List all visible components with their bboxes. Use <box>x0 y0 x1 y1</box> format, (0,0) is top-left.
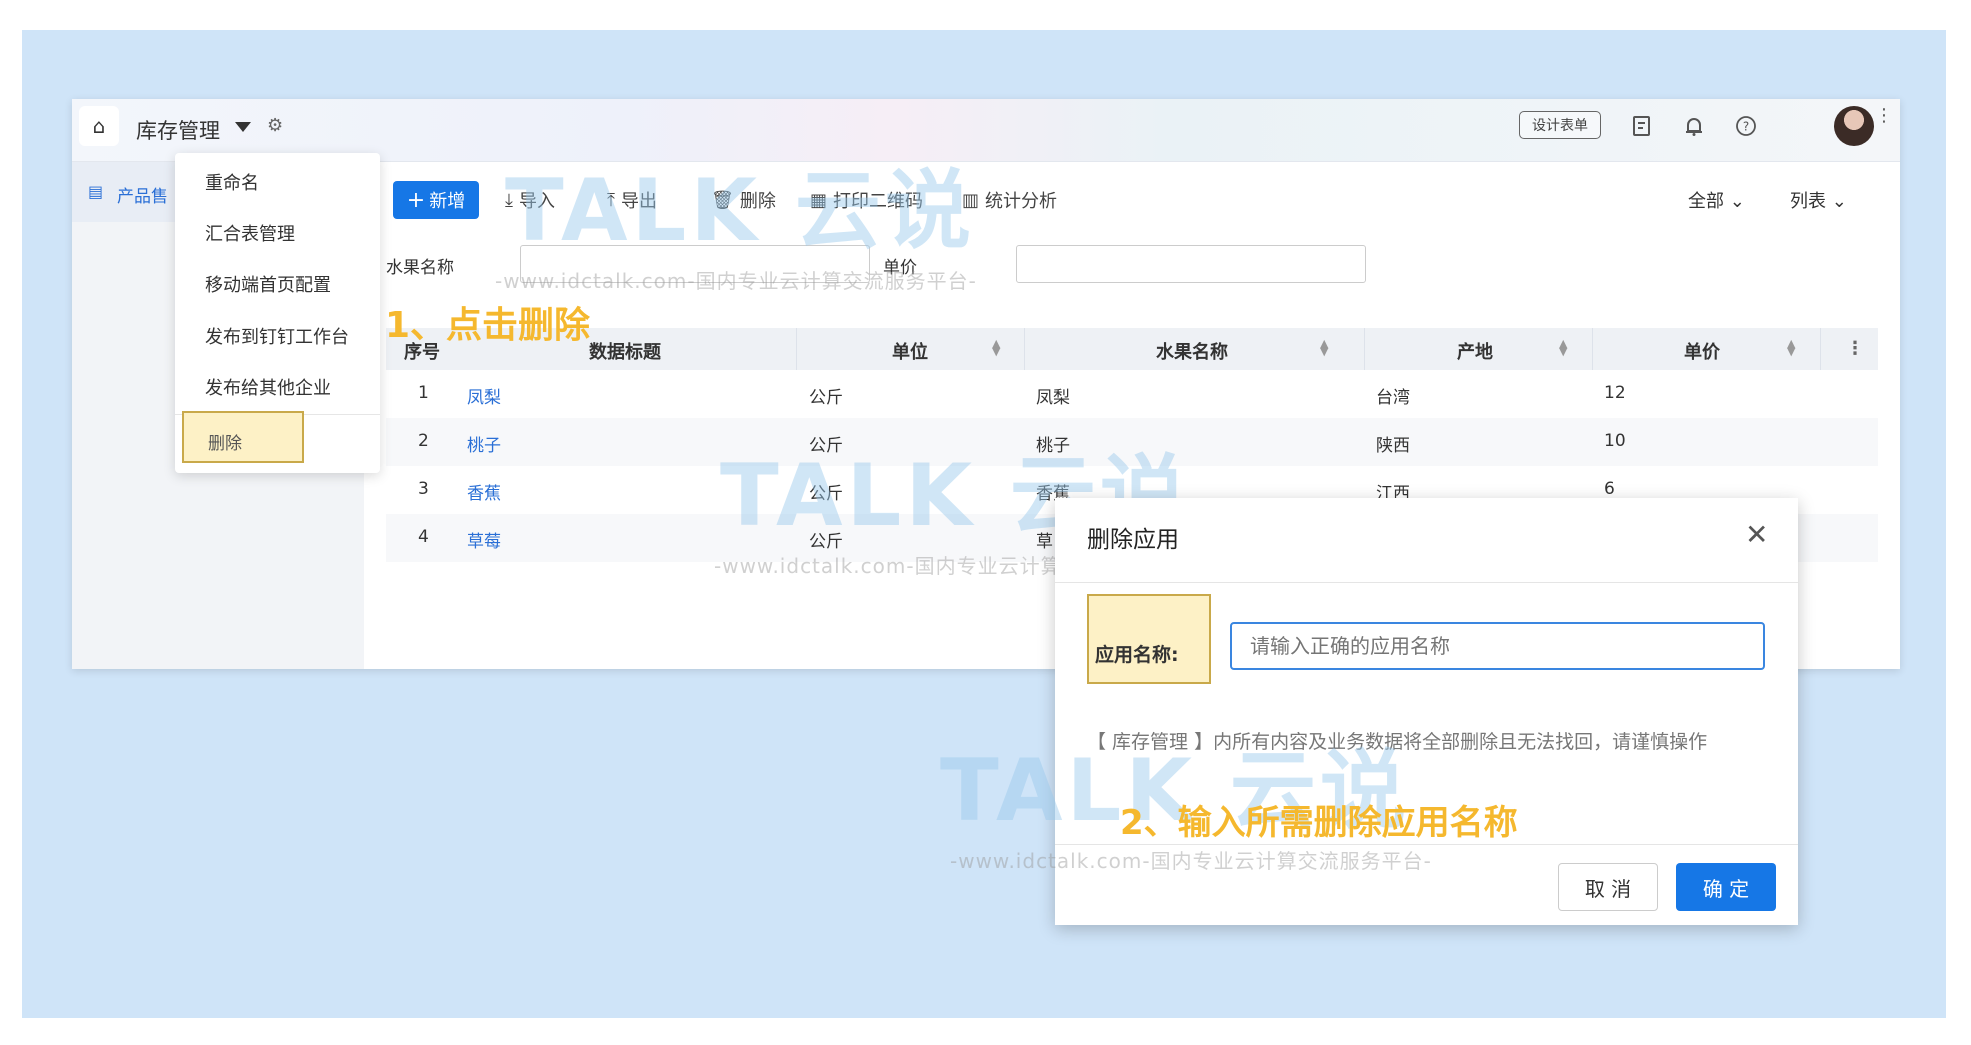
cell-title-link[interactable]: 凤梨 <box>467 383 501 408</box>
column-header-price[interactable]: 单价 <box>1684 338 1720 364</box>
chevron-down-icon: ⌄ <box>1831 191 1847 212</box>
qr-icon: ▦ <box>810 189 828 211</box>
menu-item-delete-label: 删除 <box>208 434 242 454</box>
column-divider <box>796 328 797 370</box>
gear-icon[interactable]: ⚙ <box>267 115 283 136</box>
import-button[interactable]: ⤓ 导入 <box>505 187 555 213</box>
cell-price: 12 <box>1604 383 1626 403</box>
column-divider <box>1364 328 1365 370</box>
scope-select[interactable]: 全部 ⌄ <box>1688 187 1745 213</box>
screenshot-stage: ⌂ 库存管理 ⚙ 设计表单 ? ⋮ ▤ 产品售 + 新增 ⤓ 导入 ⤒ 导出 🗑… <box>0 0 1971 1045</box>
cell-fruit: 草 <box>1036 532 1053 552</box>
cell-unit: 公斤 <box>809 388 843 408</box>
cell-origin: 陕西 <box>1376 436 1410 456</box>
column-header-title: 数据标题 <box>589 342 661 363</box>
help-icon[interactable]: ? <box>1732 112 1760 140</box>
close-icon[interactable]: ✕ <box>1745 518 1768 551</box>
cell-index: 4 <box>418 527 429 547</box>
cell-index: 1 <box>418 383 429 403</box>
chevron-down-icon[interactable] <box>235 122 251 132</box>
avatar[interactable] <box>1834 106 1874 146</box>
cell-unit: 公斤 <box>809 436 843 456</box>
cell-price: 6 <box>1604 479 1615 499</box>
sort-icon[interactable]: ▲ ▼ <box>1559 338 1567 357</box>
column-header-fruit[interactable]: 水果名称 <box>1156 338 1228 364</box>
menu-item-publish-dingtalk[interactable]: 发布到钉钉工作台 <box>205 323 349 349</box>
print-qr-button[interactable]: ▦ 打印二维码 <box>810 187 923 213</box>
cell-unit: 公斤 <box>809 532 843 552</box>
form-list-icon[interactable] <box>1628 112 1656 140</box>
svg-text:?: ? <box>1743 120 1749 134</box>
bar-chart-icon: ▥ <box>962 189 980 211</box>
column-divider <box>1024 328 1025 370</box>
app-dropdown-menu: 重命名 汇合表管理 移动端首页配置 发布到钉钉工作台 发布给其他企业 删除 <box>175 153 380 473</box>
confirm-button[interactable]: 确 定 <box>1676 863 1776 911</box>
upload-icon: ⤒ <box>607 189 615 211</box>
stats-button[interactable]: ▥ 统计分析 <box>962 187 1057 213</box>
home-icon: ⌂ <box>92 114 106 138</box>
filter-label-price: 单价 <box>883 258 917 278</box>
cell-title-link[interactable]: 草莓 <box>467 527 501 552</box>
app-name-label-box: 应用名称: <box>1087 594 1211 684</box>
form-icon: ▤ <box>88 182 104 201</box>
view-select[interactable]: 列表 ⌄ <box>1790 187 1847 213</box>
column-settings-icon[interactable]: ⋮ <box>1846 338 1864 359</box>
menu-item-mobile-home[interactable]: 移动端首页配置 <box>205 271 331 297</box>
cell-title-link[interactable]: 桃子 <box>467 431 501 456</box>
chevron-down-icon: ⌄ <box>1729 191 1745 212</box>
filter-label-fruit: 水果名称 <box>386 258 454 278</box>
cell-index: 2 <box>418 431 429 451</box>
cell-unit: 公斤 <box>809 484 843 504</box>
menu-item-publish-other[interactable]: 发布给其他企业 <box>205 374 331 400</box>
add-button[interactable]: + 新增 <box>393 181 479 219</box>
menu-item-delete[interactable]: 删除 <box>182 411 304 463</box>
column-divider <box>1820 328 1821 370</box>
delete-warning: 【 库存管理 】内所有内容及业务数据将全部删除且无法找回，请谨慎操作 <box>1087 731 1708 753</box>
cancel-button[interactable]: 取 消 <box>1558 863 1658 911</box>
table-header: 序号 数据标题 单位 ▲ ▼ 水果名称 ▲ ▼ 产地 ▲ ▼ 单价 ▲ ▼ ⋮ <box>386 328 1878 370</box>
sort-icon[interactable]: ▲ ▼ <box>992 338 1000 357</box>
column-divider <box>1592 328 1593 370</box>
plus-icon: + <box>406 187 426 213</box>
fruit-name-filter-input[interactable] <box>520 245 870 283</box>
delete-toolbar-button[interactable]: 🗑 删除 <box>711 187 776 213</box>
home-button[interactable]: ⌂ <box>79 106 119 146</box>
step1-annotation: 1、点击删除 <box>385 305 591 346</box>
cell-index: 3 <box>418 479 429 499</box>
dialog-divider <box>1055 582 1798 583</box>
dialog-title: 删除应用 <box>1087 527 1179 553</box>
column-header-unit[interactable]: 单位 <box>892 338 928 364</box>
sort-icon[interactable]: ▲ ▼ <box>1787 338 1795 357</box>
cell-price: 10 <box>1604 431 1626 451</box>
table-row[interactable]: 1 凤梨 公斤 凤梨 台湾 12 <box>386 370 1878 418</box>
trash-icon: 🗑 <box>711 189 734 211</box>
menu-item-summary-table[interactable]: 汇合表管理 <box>205 220 295 246</box>
dialog-divider <box>1055 844 1798 845</box>
column-header-origin[interactable]: 产地 <box>1457 338 1493 364</box>
cell-title-link[interactable]: 香蕉 <box>467 479 501 504</box>
sort-icon[interactable]: ▲ ▼ <box>1320 338 1328 357</box>
step2-annotation: 2、输入所需删除应用名称 <box>1120 803 1518 843</box>
app-title[interactable]: 库存管理 <box>136 115 220 145</box>
table-row[interactable]: 2 桃子 公斤 桃子 陕西 10 <box>386 418 1878 466</box>
app-name-label: 应用名称: <box>1095 644 1179 666</box>
more-icon[interactable]: ⋮ <box>1875 107 1893 125</box>
cell-origin: 台湾 <box>1376 388 1410 408</box>
bell-icon[interactable] <box>1680 112 1708 140</box>
menu-item-rename[interactable]: 重命名 <box>205 169 259 195</box>
delete-app-dialog: 删除应用 ✕ 应用名称: 【 库存管理 】内所有内容及业务数据将全部删除且无法找… <box>1055 498 1798 925</box>
price-filter-input[interactable] <box>1016 245 1366 283</box>
download-icon: ⤓ <box>505 189 513 211</box>
cell-fruit: 桃子 <box>1036 436 1070 456</box>
export-button[interactable]: ⤒ 导出 <box>607 187 657 213</box>
sidebar-item-label: 产品售 <box>117 187 168 207</box>
cell-fruit: 凤梨 <box>1036 388 1070 408</box>
design-form-button[interactable]: 设计表单 <box>1519 111 1601 139</box>
app-name-input[interactable] <box>1230 622 1765 670</box>
